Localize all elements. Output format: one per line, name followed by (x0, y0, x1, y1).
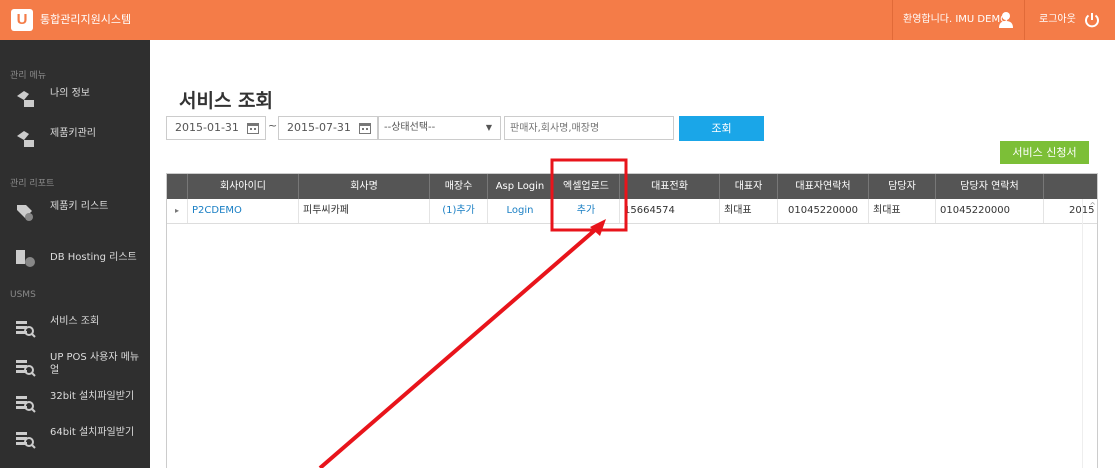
welcome-text: 환영합니다. IMU DEMO (903, 14, 1008, 25)
sidebar-section-usms: USMS (10, 290, 36, 300)
page-title: 서비스 조회 (179, 90, 274, 112)
sidebar-item-label: 제품키관리 (50, 128, 96, 139)
grid-header-excel-upload[interactable]: 엑셀업로드 (553, 174, 620, 199)
grid-header-asp-login[interactable]: Asp Login (488, 174, 553, 199)
sidebar-item-product-key-management[interactable]: 제품키관리 (0, 124, 150, 154)
date-to-value: 2015-07-31 (287, 121, 351, 134)
database-search-icon (16, 360, 36, 377)
calendar-icon[interactable] (359, 122, 371, 134)
logout-text: 로그아웃 (1039, 14, 1076, 25)
database-search-icon (16, 321, 36, 338)
sidebar-item-label: 32bit 설치파일받기 (50, 391, 135, 402)
sidebar-item-64bit-installer[interactable]: 64bit 설치파일받기 (0, 423, 150, 453)
grid-header-store-count[interactable]: 매장수 (430, 174, 488, 199)
user-icon (999, 12, 1013, 28)
cell-store-count[interactable]: (1)추가 (430, 199, 488, 223)
cell-ceo: 최대표 (720, 199, 778, 223)
service-application-button[interactable]: 서비스 신청서 (1000, 141, 1089, 164)
sidebar-item-service-inquiry[interactable]: 서비스 조회 (0, 312, 150, 342)
grid-header-row: 회사아이디 회사명 매장수 Asp Login 엑셀업로드 대표전화 대표자 대… (167, 174, 1097, 199)
sidebar: 관리 메뉴 나의 정보 제품키관리 관리 리포트 제품키 리스트 DB Host… (0, 40, 150, 468)
grid-header-ceo[interactable]: 대표자 (720, 174, 778, 199)
sidebar-item-label: UP POS 사용자 메뉴얼 (50, 352, 140, 376)
grid-header-expander (167, 174, 188, 199)
sidebar-item-32bit-installer[interactable]: 32bit 설치파일받기 (0, 387, 150, 417)
tag-cart-icon (17, 131, 34, 147)
cell-phone: 15664574 (620, 199, 720, 223)
calendar-icon[interactable] (247, 122, 259, 134)
dropdown-arrow-icon: ▼ (485, 123, 492, 132)
grid-scrollbar[interactable] (1082, 199, 1097, 468)
welcome-user[interactable]: 환영합니다. IMU DEMO (892, 0, 1025, 40)
status-select[interactable]: --상태선택-- ▼ (378, 116, 501, 140)
sidebar-item-label: 제품키 리스트 (50, 201, 109, 212)
tag-cart-icon (17, 91, 34, 107)
sidebar-section-admin-report: 관리 리포트 (10, 179, 55, 189)
service-grid: 회사아이디 회사명 매장수 Asp Login 엑셀업로드 대표전화 대표자 대… (166, 173, 1098, 468)
grid-header-manager-contact[interactable]: 담당자 연락처 (936, 174, 1044, 199)
cell-ceo-contact: 01045220000 (778, 199, 869, 223)
tag-check-icon (17, 205, 33, 221)
scroll-up-arrow-icon[interactable]: ^ (1089, 201, 1096, 210)
cell-manager-contact: 01045220000 (936, 199, 1044, 223)
grid-header-phone[interactable]: 대표전화 (620, 174, 720, 199)
table-row[interactable]: ▸ P2CDEMO 피투씨카페 (1)추가 Login 추가 15664574 … (167, 199, 1097, 224)
sidebar-section-admin-menu: 관리 메뉴 (10, 71, 46, 81)
cell-asp-login[interactable]: Login (488, 199, 553, 223)
document-pie-icon (16, 250, 35, 267)
grid-header-company-id[interactable]: 회사아이디 (188, 174, 299, 199)
grid-header-extra[interactable] (1044, 174, 1097, 199)
grid-header-company-name[interactable]: 회사명 (299, 174, 430, 199)
sidebar-item-product-key-list[interactable]: 제품키 리스트 (0, 197, 150, 227)
app-title: 통합관리지원시스템 (40, 13, 132, 26)
database-search-icon (16, 432, 36, 449)
sidebar-item-db-hosting-list[interactable]: DB Hosting 리스트 (0, 243, 150, 273)
row-expand-icon[interactable]: ▸ (167, 199, 188, 223)
app-logo-icon[interactable]: U (11, 9, 33, 31)
cell-manager: 최대표 (869, 199, 936, 223)
sidebar-item-label: 64bit 설치파일받기 (50, 427, 135, 438)
grid-header-ceo-contact[interactable]: 대표자연락처 (778, 174, 869, 199)
sidebar-item-label: 나의 정보 (50, 88, 90, 99)
logout-button[interactable]: 로그아웃 (1039, 0, 1099, 40)
search-input[interactable] (504, 116, 674, 140)
cell-company-name: 피투씨카페 (299, 199, 430, 223)
date-from-value: 2015-01-31 (175, 121, 239, 134)
sidebar-item-my-info[interactable]: 나의 정보 (0, 84, 150, 114)
date-from-field[interactable]: 2015-01-31 (166, 116, 266, 140)
date-to-field[interactable]: 2015-07-31 (278, 116, 378, 140)
cell-excel-upload[interactable]: 추가 (553, 199, 620, 223)
status-select-value: --상태선택-- (384, 122, 436, 133)
sidebar-item-up-pos-manual[interactable]: UP POS 사용자 메뉴얼 (0, 351, 150, 381)
sidebar-item-label: DB Hosting 리스트 (50, 252, 137, 263)
grid-header-manager[interactable]: 담당자 (869, 174, 936, 199)
database-search-icon (16, 396, 36, 413)
search-button[interactable]: 조회 (679, 116, 764, 141)
date-range-separator: ~ (268, 119, 278, 132)
cell-company-id[interactable]: P2CDEMO (188, 199, 299, 223)
sidebar-item-label: 서비스 조회 (50, 316, 100, 327)
top-header: U 통합관리지원시스템 환영합니다. IMU DEMO 로그아웃 (0, 0, 1115, 40)
power-icon (1085, 13, 1099, 28)
